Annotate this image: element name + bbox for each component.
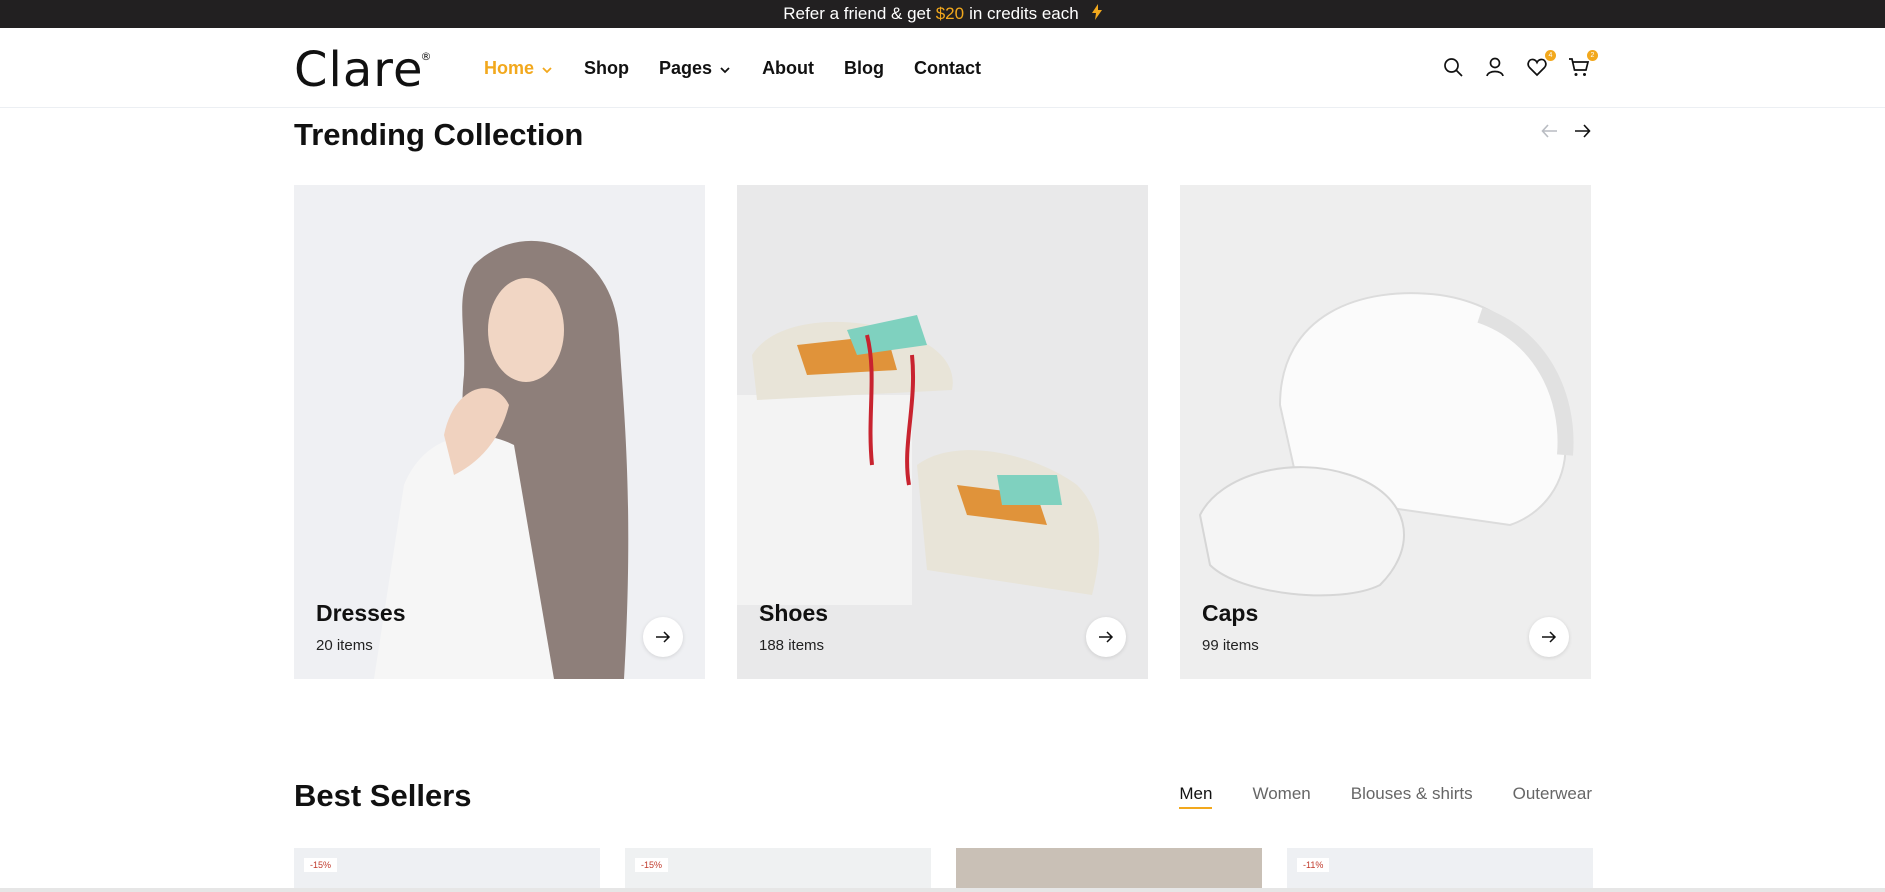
tab-outerwear[interactable]: Outerwear bbox=[1513, 784, 1592, 809]
discount-badge: -11% bbox=[1297, 858, 1330, 872]
product-list: -15% -15% -11% bbox=[294, 848, 1593, 892]
product-card[interactable] bbox=[956, 848, 1262, 892]
cart-count-badge: 2 bbox=[1587, 50, 1598, 61]
logo[interactable]: Clare ® bbox=[294, 42, 431, 98]
collection-name: Caps bbox=[1202, 600, 1259, 626]
collection-card-dresses[interactable]: Dresses 20 items bbox=[294, 185, 705, 679]
carousel-arrows bbox=[1540, 121, 1592, 141]
logo-text: Clare bbox=[294, 42, 424, 98]
trending-title: Trending Collection bbox=[294, 117, 584, 152]
bolt-icon bbox=[1091, 4, 1102, 24]
header-icons: 4 2 bbox=[1442, 28, 1598, 108]
collection-card-shoes[interactable]: Shoes 188 items bbox=[737, 185, 1148, 679]
site-header: Clare ® Home Shop Pages About Blog Contac… bbox=[0, 28, 1885, 108]
announcement-suffix: in credits each bbox=[969, 4, 1079, 23]
collection-count: 188 items bbox=[759, 637, 825, 654]
tab-women[interactable]: Women bbox=[1252, 784, 1310, 809]
nav-about-label: About bbox=[762, 57, 815, 78]
announcement-bar: Refer a friend & get $20 in credits each bbox=[0, 0, 1885, 28]
collection-name: Shoes bbox=[759, 600, 829, 626]
nav-pages-label: Pages bbox=[659, 57, 713, 78]
nav-shop[interactable]: Shop bbox=[584, 58, 629, 79]
wishlist-count-badge: 4 bbox=[1545, 50, 1556, 61]
collection-name: Dresses bbox=[316, 600, 406, 626]
product-card[interactable]: -11% bbox=[1287, 848, 1593, 892]
nav-shop-label: Shop bbox=[584, 57, 630, 78]
arrow-right-icon[interactable] bbox=[1529, 617, 1569, 657]
collection-count: 20 items bbox=[316, 637, 373, 654]
product-card[interactable]: -15% bbox=[625, 848, 931, 892]
discount-badge: -15% bbox=[635, 858, 669, 872]
nav-home[interactable]: Home bbox=[484, 58, 554, 79]
nav-home-label: Home bbox=[484, 57, 535, 78]
arrow-right-icon[interactable] bbox=[1086, 617, 1126, 657]
nav-contact[interactable]: Contact bbox=[914, 58, 981, 79]
scrollbar-track bbox=[0, 888, 1885, 892]
tab-blouses-shirts[interactable]: Blouses & shirts bbox=[1351, 784, 1473, 809]
product-card[interactable]: -15% bbox=[294, 848, 600, 892]
nav-blog-label: Blog bbox=[844, 57, 885, 78]
main-nav: Home Shop Pages About Blog Contact bbox=[484, 28, 1011, 108]
announcement-prefix: Refer a friend & get bbox=[783, 4, 931, 23]
best-sellers-tabs: Men Women Blouses & shirts Outerwear bbox=[1179, 784, 1592, 809]
heart-icon[interactable]: 4 bbox=[1526, 50, 1556, 80]
search-icon[interactable] bbox=[1442, 56, 1466, 80]
collection-cards: Dresses 20 items Shoes 188 items Caps 99… bbox=[294, 185, 1591, 679]
discount-badge: -15% bbox=[304, 858, 338, 872]
user-icon[interactable] bbox=[1484, 56, 1508, 80]
cart-icon[interactable]: 2 bbox=[1568, 50, 1598, 80]
arrow-left-icon[interactable] bbox=[1540, 121, 1560, 141]
arrow-right-icon[interactable] bbox=[1572, 121, 1592, 141]
announcement-amount: $20 bbox=[935, 4, 965, 23]
collection-card-caps[interactable]: Caps 99 items bbox=[1180, 185, 1591, 679]
collection-count: 99 items bbox=[1202, 637, 1259, 654]
nav-pages[interactable]: Pages bbox=[659, 58, 732, 79]
nav-blog[interactable]: Blog bbox=[844, 58, 884, 79]
nav-about[interactable]: About bbox=[762, 58, 814, 79]
arrow-right-icon[interactable] bbox=[643, 617, 683, 657]
chevron-down-icon bbox=[540, 61, 554, 75]
logo-mark: ® bbox=[420, 50, 433, 63]
chevron-down-icon bbox=[718, 61, 732, 75]
tab-men[interactable]: Men bbox=[1179, 784, 1213, 809]
best-sellers-title: Best Sellers bbox=[294, 778, 472, 813]
nav-contact-label: Contact bbox=[914, 57, 982, 78]
